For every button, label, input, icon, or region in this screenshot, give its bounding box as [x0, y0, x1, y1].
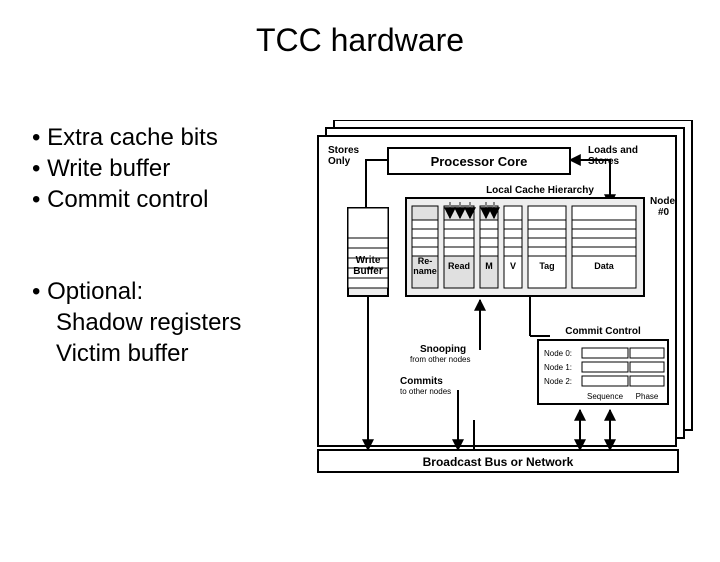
svg-text:to other nodes: to other nodes [400, 387, 451, 396]
commit-control-label: Commit Control [565, 326, 641, 337]
proc-core-label: Processor Core [431, 154, 528, 169]
commits-label: Commits [400, 376, 443, 387]
stores-only-label: Stores [328, 145, 360, 156]
bullet-3: • Commit control [32, 184, 241, 215]
svg-text:Node 1:: Node 1: [544, 363, 572, 372]
svg-text:Node 2:: Node 2: [544, 377, 572, 386]
svg-text:Buffer: Buffer [353, 266, 383, 277]
svg-text:Phase: Phase [636, 392, 659, 401]
tcc-diagram: Stores Only Processor Core Loads and Sto… [310, 120, 698, 480]
bullet-6: Victim buffer [56, 338, 241, 369]
bullet-1: • Extra cache bits [32, 122, 241, 153]
write-buffer-label: Write [356, 255, 381, 266]
svg-text:Data: Data [594, 261, 615, 271]
svg-text:M: M [485, 261, 493, 271]
page-title: TCC hardware [0, 22, 720, 59]
bullet-list: • Extra cache bits • Write buffer • Comm… [32, 122, 241, 369]
snooping-label: Snooping [420, 344, 466, 355]
svg-text:Sequence: Sequence [587, 392, 624, 401]
svg-text:from other nodes: from other nodes [410, 355, 470, 364]
local-cache-label: Local Cache Hierarchy [486, 185, 594, 196]
bus-label: Broadcast Bus or Network [423, 455, 574, 469]
read-col: Read [448, 261, 470, 271]
svg-text:Tag: Tag [539, 261, 554, 271]
bullet-4: • Optional: [32, 276, 241, 307]
svg-text:V: V [510, 261, 516, 271]
node0-label: Node [650, 196, 675, 207]
bullet-5: Shadow registers [56, 307, 241, 338]
svg-text:Only: Only [328, 156, 351, 167]
loads-stores-label: Loads and [588, 145, 638, 156]
svg-text:Re-: Re- [418, 256, 433, 266]
svg-text:Stores: Stores [588, 156, 620, 167]
bullet-2: • Write buffer [32, 153, 241, 184]
svg-text:Node 0:: Node 0: [544, 349, 572, 358]
svg-text:#0: #0 [658, 207, 670, 218]
svg-text:name: name [413, 266, 437, 276]
